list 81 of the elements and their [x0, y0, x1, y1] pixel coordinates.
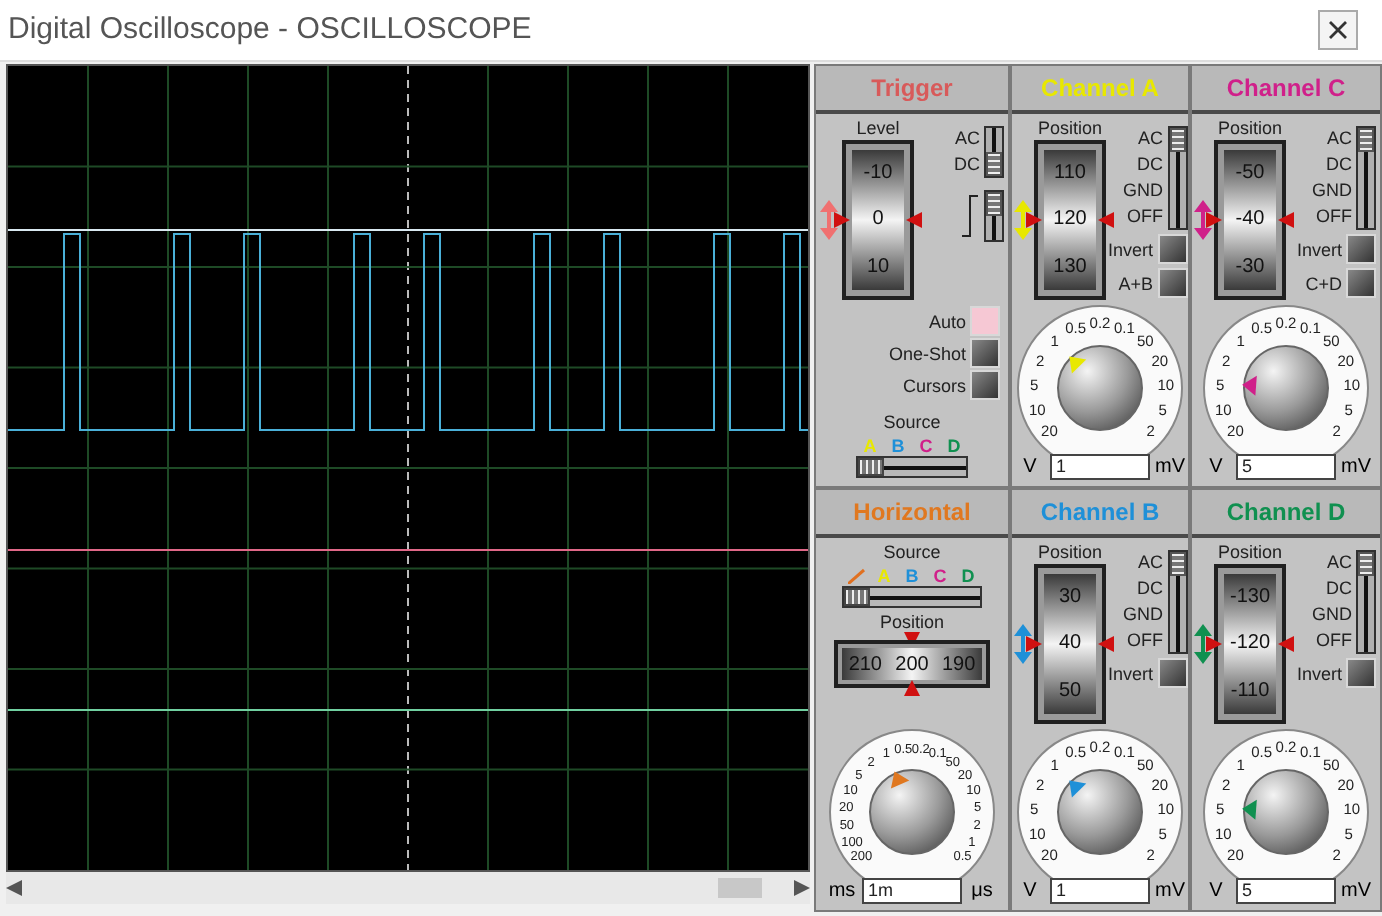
drum-scale-label: -130: [1229, 586, 1270, 609]
unit-label: mV: [1340, 454, 1372, 482]
unit-label: V: [1207, 454, 1225, 482]
panel-title: Channel D: [1226, 496, 1346, 530]
drum-scale-label: -40: [1235, 208, 1265, 231]
window-title: Digital Oscilloscope - OSCILLOSCOPE: [8, 9, 532, 50]
unit-label: mV: [1340, 878, 1372, 906]
panel-title: Channel A: [1041, 72, 1159, 106]
coupling-option[interactable]: OFF: [1127, 628, 1164, 654]
source-label: Source: [883, 412, 941, 434]
coupling-option[interactable]: GND: [1312, 602, 1352, 628]
unit-label: μs: [969, 878, 995, 906]
button-label: One-Shot: [888, 343, 966, 363]
position-drum[interactable]: 30 40 50: [1034, 564, 1106, 724]
coupling-option[interactable]: AC: [1326, 550, 1352, 576]
value-field[interactable]: 5: [1236, 878, 1336, 904]
unit-label: ms: [826, 878, 858, 906]
coupling-option[interactable]: GND: [1123, 602, 1164, 628]
coupling-option[interactable]: AC: [1138, 126, 1164, 152]
drum-scale-label: 120: [1053, 208, 1087, 231]
position-drum[interactable]: -130 -120 -110: [1214, 564, 1286, 724]
position-drum[interactable]: -50 -40 -30: [1214, 140, 1286, 300]
coupling-option[interactable]: AC: [954, 126, 980, 152]
button-label: A+B: [1118, 273, 1154, 293]
drum-scale-label: 10: [866, 255, 890, 278]
value-field[interactable]: 5: [1236, 454, 1336, 480]
button-label: Invert: [1296, 239, 1342, 259]
coupling-option[interactable]: DC: [954, 152, 980, 178]
button-label: Auto: [928, 311, 966, 331]
unit-label: V: [1021, 878, 1039, 906]
coupling-option[interactable]: OFF: [1127, 204, 1164, 230]
position-label: Position: [1037, 118, 1103, 140]
drum-scale-label: -10: [863, 162, 893, 185]
position-label: Position: [1217, 118, 1283, 140]
position-drum[interactable]: -10 0 10: [842, 140, 914, 300]
source-label: Source: [883, 542, 941, 564]
panel-title: Channel C: [1226, 72, 1346, 106]
coupling-option[interactable]: GND: [1123, 178, 1164, 204]
value-field[interactable]: 1: [1050, 878, 1150, 904]
panel-title: Horizontal: [853, 496, 971, 530]
position-label: Position: [1037, 542, 1103, 564]
position-label: Position: [879, 612, 945, 632]
drum-scale-label: -30: [1235, 255, 1265, 278]
coupling-option[interactable]: AC: [1326, 126, 1352, 152]
button-label: Cursors: [902, 375, 966, 395]
position-label: Level: [856, 118, 900, 140]
unit-label: V: [1207, 878, 1225, 906]
coupling-option[interactable]: GND: [1312, 178, 1352, 204]
coupling-option[interactable]: OFF: [1316, 628, 1352, 654]
position-drum[interactable]: 210 200 190: [834, 640, 990, 688]
unit-label: mV: [1154, 878, 1186, 906]
drum-scale-label: 130: [1053, 255, 1087, 278]
button-label: Invert: [1296, 663, 1342, 683]
drum-scale-label: 40: [1058, 632, 1082, 655]
drum-scale-label: 210: [848, 653, 882, 675]
drum-scale-label: 190: [941, 653, 976, 675]
button-label: Invert: [1108, 663, 1154, 683]
drum-scale-label: -50: [1235, 162, 1265, 185]
coupling-option[interactable]: DC: [1137, 152, 1164, 178]
value-field[interactable]: 1: [1050, 454, 1150, 480]
panel-title: Channel B: [1040, 496, 1160, 530]
coupling-option[interactable]: AC: [1138, 550, 1164, 576]
position-label: Position: [1217, 542, 1283, 564]
panel-title: Trigger: [871, 72, 953, 106]
drum-scale-label: 110: [1054, 162, 1086, 185]
drum-scale-label: -120: [1229, 632, 1270, 655]
coupling-option[interactable]: DC: [1326, 152, 1352, 178]
value-field[interactable]: 1m: [862, 878, 962, 904]
drum-scale-label: 0: [872, 208, 884, 231]
drum-scale-label: 30: [1058, 586, 1082, 609]
drum-scale-label: 200: [895, 653, 929, 675]
button-label: C+D: [1305, 273, 1342, 293]
coupling-option[interactable]: OFF: [1316, 204, 1352, 230]
button-label: Invert: [1108, 239, 1154, 259]
unit-label: mV: [1154, 454, 1186, 482]
unit-label: V: [1021, 454, 1039, 482]
coupling-option[interactable]: DC: [1326, 576, 1352, 602]
position-drum[interactable]: 110 120 130: [1034, 140, 1106, 300]
drum-scale-label: 50: [1058, 679, 1082, 702]
drum-scale-label: -110: [1230, 679, 1270, 702]
coupling-option[interactable]: DC: [1137, 576, 1164, 602]
